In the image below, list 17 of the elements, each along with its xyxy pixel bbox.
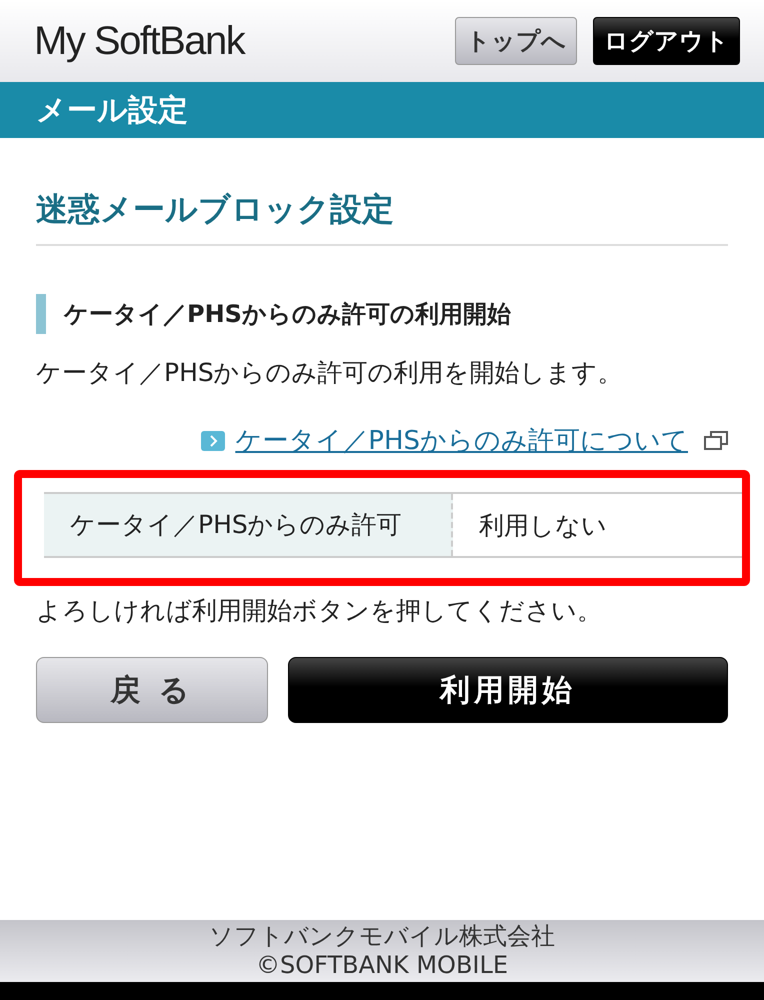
header-button[interactable]: ログアウト [593, 17, 740, 65]
description: ケータイ／PHSからのみ許可の利用を開始します。 [36, 357, 624, 389]
table-cell: ケータイ／PHSからのみ許可 [44, 494, 453, 556]
subsection-heading: ケータイ／PHSからのみ許可の利用開始 [36, 294, 728, 334]
header-button[interactable]: トップへ [455, 17, 577, 65]
action-button[interactable]: 戻 る [36, 657, 268, 723]
action-button[interactable]: 利用開始 [288, 657, 728, 723]
company-name: ソフトバンクモバイル株式会社 [209, 922, 555, 951]
page-title: 迷惑メールブロック設定 [36, 188, 728, 246]
help-link[interactable]: ケータイ／PHSからのみ許可について [235, 423, 688, 458]
chevron-icon [201, 430, 226, 450]
logo: My SoftBank [34, 18, 244, 64]
new-window-icon [704, 430, 728, 450]
instruction-text: よろしければ利用開始ボタンを押してください。 [36, 595, 603, 627]
copyright: ©SOFTBANK MOBILE [256, 951, 508, 980]
section-title: メール設定 [36, 92, 188, 130]
table-cell-text: 利用しない [478, 510, 608, 542]
